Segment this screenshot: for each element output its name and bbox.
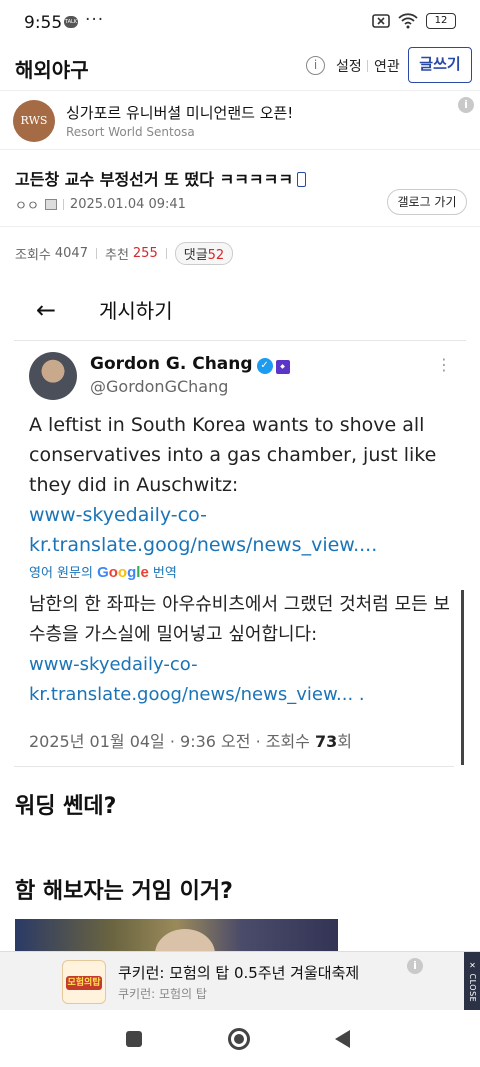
recent-apps-icon[interactable] [126, 1031, 142, 1047]
views-label: 조회수 [15, 248, 51, 263]
likes-count: 255 [132, 246, 158, 261]
ad-title[interactable]: 쿠키런: 모험의 탑 0.5주년 겨울대축제 [118, 962, 359, 983]
more-options-icon: ⋮ [436, 355, 452, 374]
divider [165, 248, 167, 259]
post-title: 고든창 교수 부정선거 또 떴다 ㅋㅋㅋㅋㅋ [15, 166, 307, 190]
tweet-link-en: www-skyedaily-co-kr.translate.goog/news/… [29, 504, 378, 556]
post-title-text: 고든창 교수 부정선거 또 떴다 ㅋㅋㅋㅋㅋ [15, 170, 294, 189]
divider [14, 340, 466, 341]
affiliate-badge-icon: ◆ [275, 360, 290, 374]
tweet-link-ko: www-skyedaily-co-kr.translate.goog/news/… [29, 654, 365, 705]
scrollbar [461, 590, 464, 765]
tweet-body-ko: 남한의 한 좌파는 아우슈비츠에서 그랬던 것처럼 모든 보수층을 가스실에 밀… [29, 594, 450, 645]
views-count: 4047 [54, 246, 88, 261]
game-logo: 모험의탑 [62, 960, 106, 1004]
mute-icon [372, 14, 390, 28]
gallog-button[interactable]: 갤로그 가기 [387, 189, 467, 215]
battery-icon: 12 [426, 13, 456, 29]
bottom-ad-banner[interactable]: 모험의탑 쿠키런: 모험의 탑 0.5주년 겨울대축제 쿠키런: 모험의 탑 i… [0, 951, 480, 1011]
tweet-handle: @GordonGChang [90, 377, 229, 396]
divider [14, 766, 454, 767]
status-icons: 12 [372, 13, 456, 29]
divider [367, 60, 368, 72]
game-logo-text: 모험의탑 [66, 976, 102, 990]
top-ad-banner[interactable]: RWS 싱가포르 유니버셜 미니언랜드 오픈! Resort World Sen… [0, 90, 480, 150]
likes-label: 추천 [104, 248, 129, 263]
tweet-author-name-text: Gordon G. Chang [90, 354, 253, 374]
tweet-text-ko: 남한의 한 좌파는 아우슈비츠에서 그랬던 것처럼 모든 보수층을 가스실에 밀… [29, 590, 459, 710]
battery-level: 12 [434, 15, 448, 26]
tweet-view-count: 73 [315, 732, 338, 751]
gallery-title[interactable]: 해외야구 [15, 54, 89, 83]
comments-label: 댓글 [183, 248, 208, 263]
tweet-body-en: A leftist in South Korea wants to shove … [29, 414, 437, 496]
post-stats: 조회수 4047 추천 255 댓글52 [15, 242, 234, 265]
mobile-post-icon [297, 172, 307, 187]
close-ad-button[interactable]: ✕ CLOSE [464, 952, 480, 1011]
settings-link[interactable]: 설정 [336, 56, 362, 76]
embedded-screenshot-header: ← 게시하기 [0, 280, 480, 334]
divider [62, 199, 64, 210]
gallery-header: 해외야구 i 설정 연관 글쓰기 [0, 44, 480, 90]
verified-icon: ✓ [256, 358, 273, 374]
back-arrow-icon: ← [36, 296, 57, 324]
post-meta: ㅇㅇ 2025.01.04 09:41 [15, 195, 186, 214]
author-name[interactable]: ㅇㅇ [15, 195, 39, 214]
tweet-view-suffix: 회 [337, 732, 352, 751]
post-date: 2025.01.04 09:41 [69, 197, 186, 212]
more-notifications-icon: ··· [85, 10, 105, 30]
tweet-author-name: Gordon G. Chang ✓ ◆ [90, 354, 290, 374]
user-level-icon [44, 199, 57, 210]
translate-suffix: 번역 [152, 566, 177, 581]
tweet-date-text: 2025년 01월 04일 · 9:36 오전 · 조회수 [29, 732, 310, 751]
status-time: 9:55 [24, 13, 63, 33]
google-logo: Google [97, 564, 149, 581]
divider [95, 248, 97, 259]
post-body-line: 함 해보자는 거임 이거? [15, 879, 233, 904]
comments-button[interactable]: 댓글52 [174, 242, 234, 265]
ad-info-icon[interactable]: i [458, 97, 474, 113]
back-icon[interactable] [335, 1030, 350, 1048]
ad-title[interactable]: 싱가포르 유니버셜 미니언랜드 오픈! [66, 102, 293, 123]
translate-label: 영어 원문의 Google 번역 [29, 562, 177, 581]
wifi-icon [398, 13, 418, 29]
tweet-date: 2025년 01월 04일 · 9:36 오전 · 조회수 73회 [29, 728, 352, 752]
ad-info-icon[interactable]: i [407, 958, 423, 974]
ad-logo: RWS [13, 100, 55, 142]
ad-subtitle: 쿠키런: 모험의 탑 [118, 987, 207, 1001]
write-button[interactable]: 글쓰기 [408, 47, 472, 83]
system-navigation-bar [0, 1010, 480, 1067]
status-bar: 9:55 TALK ··· 12 [0, 0, 480, 44]
home-icon[interactable] [228, 1028, 250, 1050]
embedded-header-title: 게시하기 [99, 299, 173, 323]
avatar [29, 352, 77, 400]
translate-prefix: 영어 원문의 [29, 566, 93, 581]
post-body-line: 워딩 쎈데? [15, 794, 117, 819]
comments-count: 52 [207, 248, 225, 263]
ad-subtitle: Resort World Sentosa [66, 125, 195, 139]
info-icon[interactable]: i [306, 56, 325, 75]
tweet-text-en: A leftist in South Korea wants to shove … [29, 410, 459, 560]
related-link[interactable]: 연관 [374, 56, 400, 76]
divider [0, 226, 480, 227]
talk-notification-icon: TALK [64, 16, 78, 28]
